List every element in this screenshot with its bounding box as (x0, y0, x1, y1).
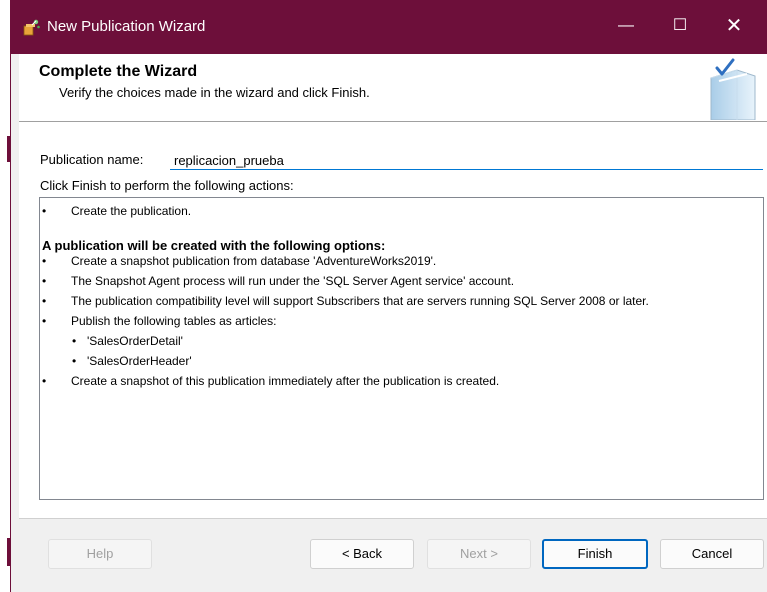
wizard-header: Complete the Wizard Verify the choices m… (19, 54, 767, 122)
options-heading: A publication will be created with the f… (42, 238, 386, 253)
close-button[interactable]: ✕ (711, 8, 757, 44)
bullet: • (42, 204, 47, 218)
finish-button[interactable]: Finish (542, 539, 648, 569)
option-text: Publish the following tables as articles… (71, 314, 277, 328)
bullet: • (42, 294, 47, 308)
actions-summary-box[interactable]: • Create the publication. A publication … (39, 197, 764, 500)
window-title: New Publication Wizard (47, 18, 206, 35)
wizard-book-check-icon (710, 58, 756, 120)
next-button[interactable]: Next > (427, 539, 531, 569)
article-name: 'SalesOrderDetail' (87, 334, 183, 348)
article-name: 'SalesOrderHeader' (87, 354, 192, 368)
wizard-footer: Help < Back Next > Finish Cancel (19, 518, 767, 592)
action-text: Create the publication. (71, 204, 192, 218)
wizard-app-icon (23, 19, 40, 36)
help-button[interactable]: Help (48, 539, 152, 569)
option-text: The publication compatibility level will… (71, 294, 649, 308)
maximize-button[interactable]: ☐ (657, 8, 703, 44)
bullet: • (42, 374, 47, 388)
instructions-text: Click Finish to perform the following ac… (40, 178, 294, 193)
bullet: • (42, 254, 47, 268)
page-subtitle: Verify the choices made in the wizard an… (59, 85, 370, 100)
minimize-button[interactable]: — (603, 8, 649, 44)
wizard-window: New Publication Wizard — ☐ ✕ Complete th… (10, 0, 767, 592)
bullet: • (72, 354, 77, 368)
wizard-content: Publication name: Click Finish to perfor… (19, 122, 767, 518)
bullet: • (42, 274, 47, 288)
publication-name-field[interactable] (170, 148, 763, 170)
back-button[interactable]: < Back (310, 539, 414, 569)
option-text: Create a snapshot publication from datab… (71, 254, 437, 268)
bullet: • (72, 334, 77, 348)
page-title: Complete the Wizard (39, 63, 198, 80)
screen: New Publication Wizard — ☐ ✕ Complete th… (0, 0, 767, 592)
option-text: The Snapshot Agent process will run unde… (71, 274, 515, 288)
divider (19, 518, 767, 519)
cancel-button[interactable]: Cancel (660, 539, 764, 569)
bullet: • (42, 314, 47, 328)
title-bar[interactable]: New Publication Wizard — ☐ ✕ (11, 0, 767, 54)
action-text: Create a snapshot of this publication im… (71, 374, 500, 388)
publication-name-label: Publication name: (40, 152, 144, 167)
